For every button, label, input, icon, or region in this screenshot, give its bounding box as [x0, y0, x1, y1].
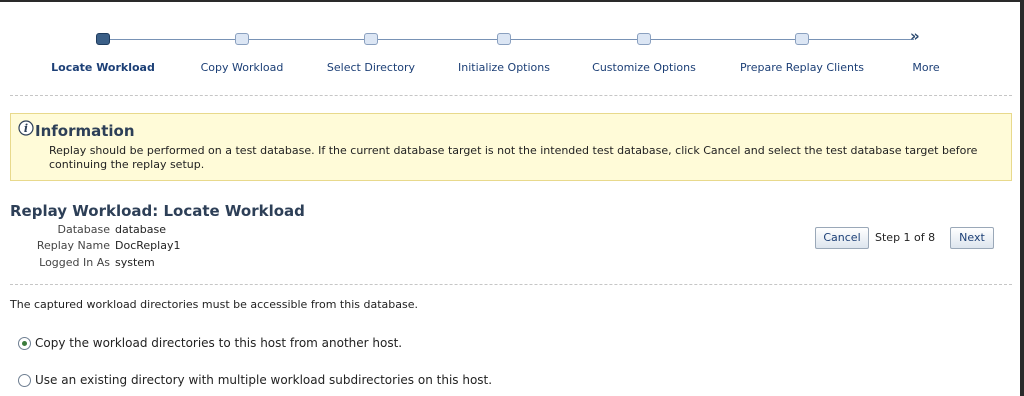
train-label-copy-workload[interactable]: Copy Workload: [201, 61, 284, 74]
divider: [10, 95, 1012, 96]
information-box: i Information Replay should be performed…: [10, 113, 1012, 181]
divider: [10, 284, 1012, 285]
train-label-more[interactable]: More: [912, 61, 939, 74]
page-title: Replay Workload: Locate Workload: [10, 202, 305, 220]
detail-label: Replay Name: [36, 239, 110, 252]
detail-row-replay-name: Replay Name DocReplay1: [0, 239, 300, 253]
info-icon: i: [18, 120, 34, 136]
step-train: » Locate Workload Copy Workload Select D…: [0, 0, 1020, 96]
train-label-locate-workload: Locate Workload: [51, 61, 155, 74]
detail-label: Logged In As: [39, 256, 110, 269]
information-message: Replay should be performed on a test dat…: [49, 144, 978, 171]
step-indicator: Step 1 of 8: [875, 231, 936, 244]
detail-row-database: Database database: [0, 223, 300, 237]
train-stop-prepare-replay-clients[interactable]: [795, 33, 809, 45]
detail-value: DocReplay1: [115, 239, 181, 252]
train-label-prepare-replay-clients[interactable]: Prepare Replay Clients: [740, 61, 864, 74]
option-label[interactable]: Use an existing directory with multiple …: [35, 373, 492, 387]
svg-text:i: i: [24, 122, 28, 135]
train-label-customize-options[interactable]: Customize Options: [592, 61, 696, 74]
window-right-border: [1020, 0, 1024, 396]
option-copy-directories[interactable]: Copy the workload directories to this ho…: [18, 336, 518, 353]
train-label-initialize-options[interactable]: Initialize Options: [458, 61, 550, 74]
train-stop-select-directory[interactable]: [364, 33, 378, 45]
detail-value: system: [115, 256, 155, 269]
option-existing-directory[interactable]: Use an existing directory with multiple …: [18, 373, 618, 390]
train-stop-copy-workload[interactable]: [235, 33, 249, 45]
radio-button-checked[interactable]: [18, 337, 31, 350]
option-label[interactable]: Copy the workload directories to this ho…: [35, 336, 402, 350]
information-title: Information: [35, 122, 135, 140]
next-button[interactable]: Next: [950, 227, 994, 249]
more-arrow-icon[interactable]: »: [910, 27, 920, 45]
detail-label: Database: [57, 223, 111, 236]
detail-row-logged-in-as: Logged In As system: [0, 256, 300, 270]
train-stop-locate-workload[interactable]: [96, 33, 110, 45]
train-stop-initialize-options[interactable]: [497, 33, 511, 45]
radio-button[interactable]: [18, 374, 31, 387]
detail-value: database: [115, 223, 166, 236]
cancel-button[interactable]: Cancel: [815, 227, 869, 249]
instruction-text: The captured workload directories must b…: [10, 298, 418, 311]
train-label-select-directory[interactable]: Select Directory: [327, 61, 415, 74]
train-stop-customize-options[interactable]: [637, 33, 651, 45]
